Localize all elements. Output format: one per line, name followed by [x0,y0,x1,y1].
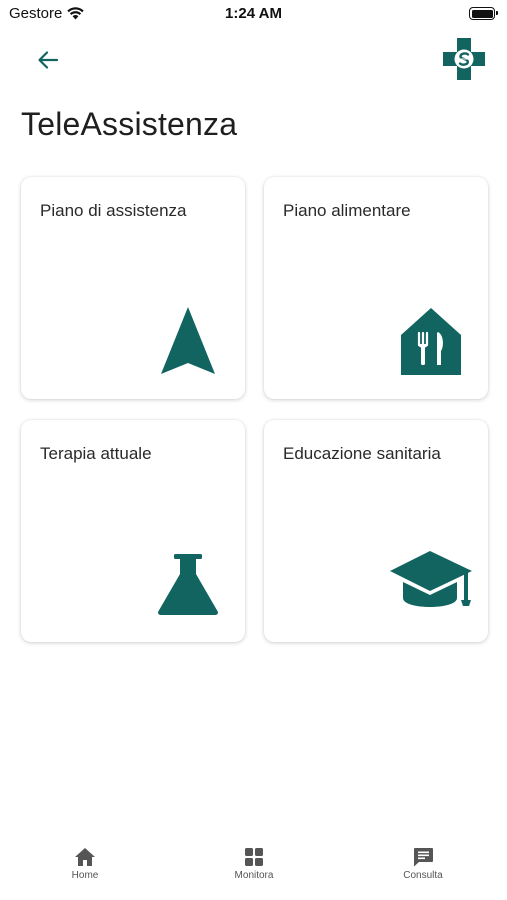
nav-home-label: Home [71,870,99,881]
card-label: Educazione sanitaria [283,444,441,463]
status-bar: Gestore 1:24 AM [0,0,507,28]
nav-monitora[interactable]: Monitora [204,847,304,881]
page-title: TeleAssistenza [21,106,238,142]
navigation-arrow-icon [161,307,215,374]
nav-monitora-label: Monitora [234,870,274,881]
chat-icon [413,848,433,867]
card-label: Piano di assistenza [40,201,187,220]
grid-icon [245,848,263,866]
status-time: 1:24 AM [225,5,282,22]
nav-consulta[interactable]: Consulta [373,847,473,881]
card-terapia-attuale[interactable]: Terapia attuale [21,420,245,642]
card-educazione-sanitaria[interactable]: Educazione sanitaria [264,420,488,642]
bottom-navigation: Home Monitora Consulta [0,835,507,900]
nav-consulta-label: Consulta [403,870,443,881]
card-label: Piano alimentare [283,201,411,220]
battery-icon [469,7,498,20]
card-piano-alimentare[interactable]: Piano alimentare [264,177,488,399]
arrow-left-icon [38,51,59,69]
back-button[interactable] [32,45,64,75]
card-piano-di-assistenza[interactable]: Piano di assistenza [21,177,245,399]
card-label: Terapia attuale [40,444,152,463]
restaurant-house-icon [401,308,461,375]
home-icon [75,848,95,866]
nav-home[interactable]: Home [35,847,135,881]
graduation-cap-icon [390,551,472,607]
medical-cross-logo[interactable] [442,37,486,81]
flask-icon [158,554,218,615]
